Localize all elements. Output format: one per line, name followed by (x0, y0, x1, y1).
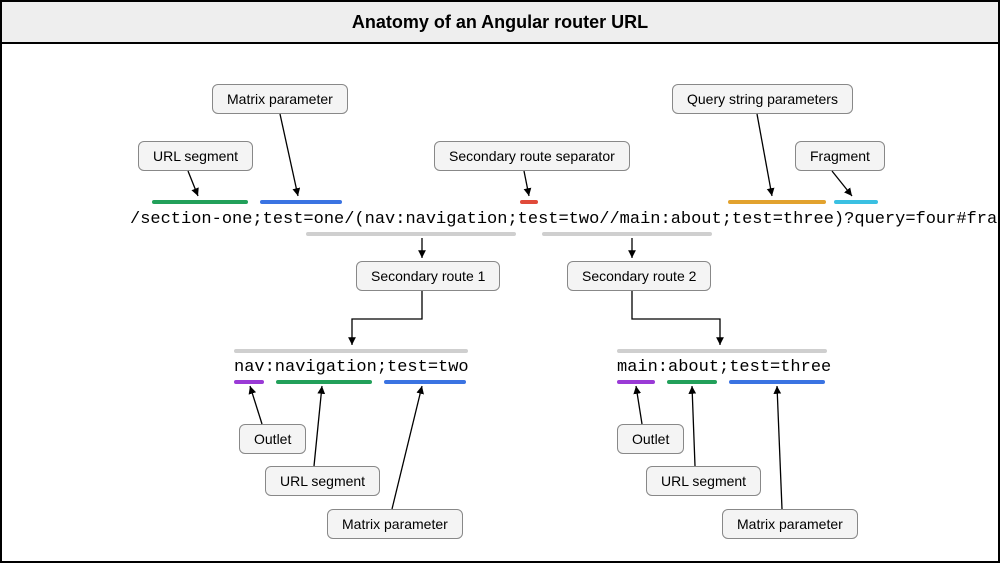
bar-secondary-route-2 (542, 232, 712, 236)
bar-sub2-outlet (617, 380, 655, 384)
sub2-url: main:about;test=three (617, 358, 831, 377)
label-matrix-parameter-2: Matrix parameter (722, 509, 858, 539)
diagram-frame: Anatomy of an Angular router URL Matrix … (0, 0, 1000, 563)
label-query-string-parameters: Query string parameters (672, 84, 853, 114)
label-secondary-route-1: Secondary route 1 (356, 261, 500, 291)
bar-sub2-top-grey (617, 349, 827, 353)
title-bar: Anatomy of an Angular router URL (2, 2, 998, 44)
label-outlet-2: Outlet (617, 424, 684, 454)
bar-url-segment-top (152, 200, 248, 204)
label-matrix-parameter-top: Matrix parameter (212, 84, 348, 114)
label-url-segment-top: URL segment (138, 141, 253, 171)
bar-matrix-top (260, 200, 342, 204)
label-fragment: Fragment (795, 141, 885, 171)
bar-sub1-outlet (234, 380, 264, 384)
main-url: /section-one;test=one/(nav:navigation;te… (130, 210, 1000, 229)
diagram-canvas: Matrix parameter URL segment Secondary r… (2, 44, 998, 561)
arrows-layer (2, 44, 998, 561)
label-secondary-route-separator: Secondary route separator (434, 141, 630, 171)
bar-sub1-segment (276, 380, 372, 384)
bar-separator (520, 200, 538, 204)
sub1-url: nav:navigation;test=two (234, 358, 469, 377)
label-url-segment-2: URL segment (646, 466, 761, 496)
bar-query (728, 200, 826, 204)
label-secondary-route-2: Secondary route 2 (567, 261, 711, 291)
page-title: Anatomy of an Angular router URL (352, 12, 648, 33)
bar-secondary-route-1 (306, 232, 516, 236)
label-url-segment-1: URL segment (265, 466, 380, 496)
bar-sub2-matrix (729, 380, 825, 384)
label-matrix-parameter-1: Matrix parameter (327, 509, 463, 539)
bar-sub1-top-grey (234, 349, 468, 353)
label-outlet-1: Outlet (239, 424, 306, 454)
bar-frag (834, 200, 878, 204)
bar-sub1-matrix (384, 380, 466, 384)
bar-sub2-segment (667, 380, 717, 384)
